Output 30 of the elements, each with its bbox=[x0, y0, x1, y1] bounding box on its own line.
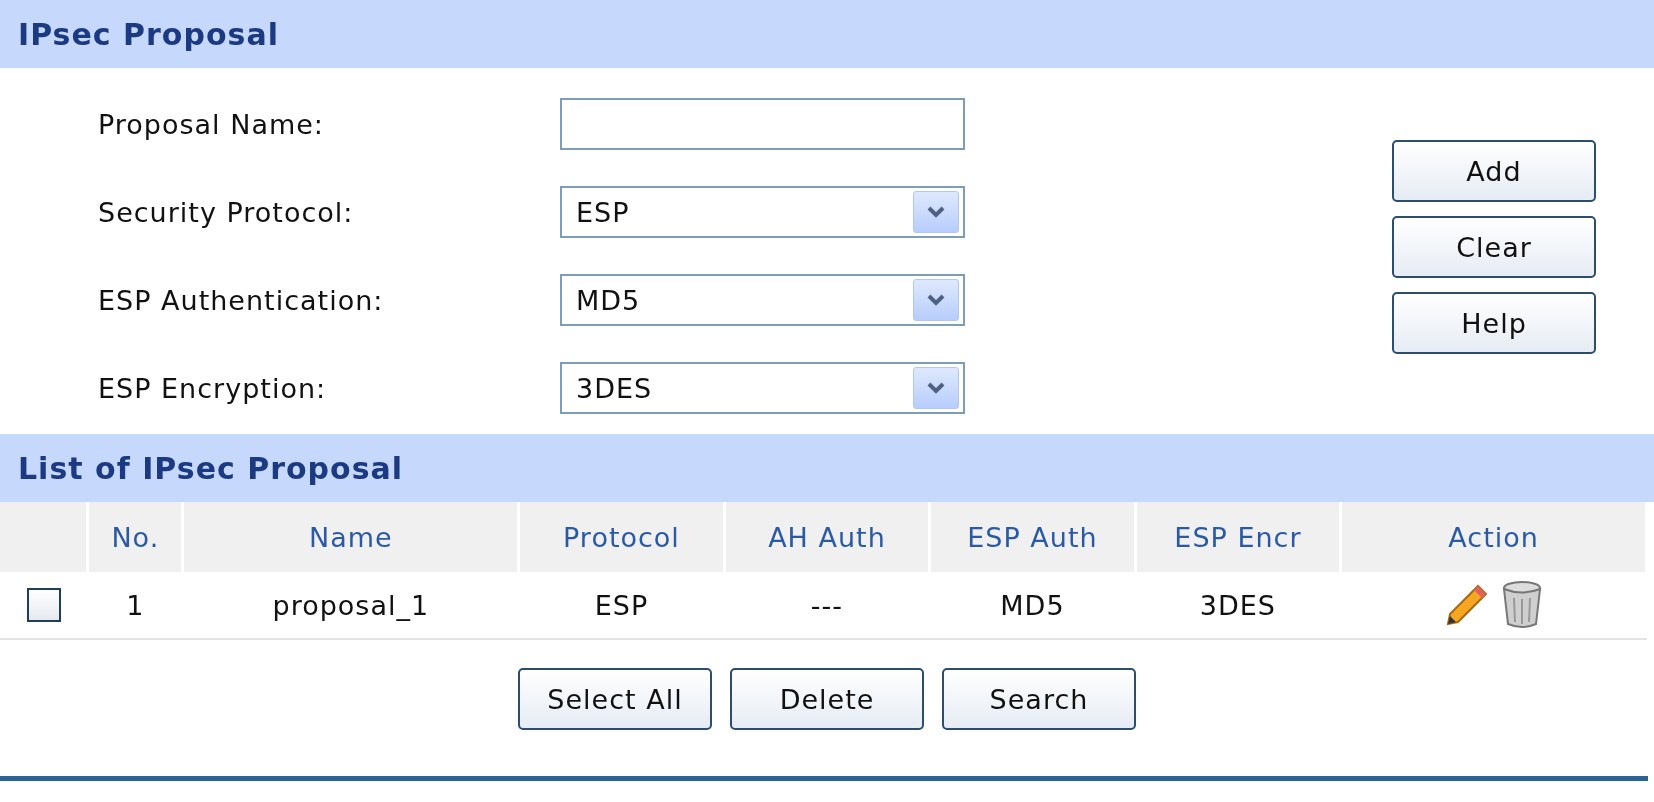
table-cell: proposal_1 bbox=[182, 572, 519, 639]
input-field[interactable] bbox=[560, 98, 965, 150]
section-header: List of IPsec Proposal bbox=[0, 434, 1654, 502]
table-cell: 3DES bbox=[1135, 572, 1341, 639]
field-label: ESP Encryption: bbox=[98, 372, 328, 404]
dropdown[interactable]: 3DES bbox=[560, 362, 965, 414]
column-header: No. bbox=[87, 502, 183, 572]
field-label: Security Protocol: bbox=[98, 196, 355, 228]
table-cell: ESP bbox=[518, 572, 725, 639]
table-cell: MD5 bbox=[929, 572, 1136, 639]
dropdown[interactable]: MD5 bbox=[560, 274, 965, 326]
dropdown[interactable]: ESP bbox=[560, 186, 965, 238]
action-button[interactable]: Help bbox=[1392, 292, 1596, 354]
field-label: ESP Authentication: bbox=[98, 284, 385, 316]
action-button[interactable]: Clear bbox=[1392, 216, 1596, 278]
column-header: Action bbox=[1340, 502, 1647, 572]
column-header: ESP Encr bbox=[1135, 502, 1341, 572]
action-button[interactable]: Search bbox=[942, 668, 1136, 730]
row-checkbox[interactable] bbox=[26, 588, 61, 623]
column-header: AH Auth bbox=[724, 502, 930, 572]
column-header: Name bbox=[182, 502, 519, 572]
action-button[interactable]: Delete bbox=[730, 668, 924, 730]
field-label: Proposal Name: bbox=[98, 108, 325, 140]
column-header: Protocol bbox=[518, 502, 725, 572]
column-header: ESP Auth bbox=[929, 502, 1136, 572]
table-cell: --- bbox=[724, 572, 930, 639]
action-button[interactable]: Select All bbox=[518, 668, 712, 730]
action-button[interactable]: Add bbox=[1392, 140, 1596, 202]
section-header: IPsec Proposal bbox=[0, 0, 1654, 68]
table-cell: 1 bbox=[87, 572, 183, 639]
